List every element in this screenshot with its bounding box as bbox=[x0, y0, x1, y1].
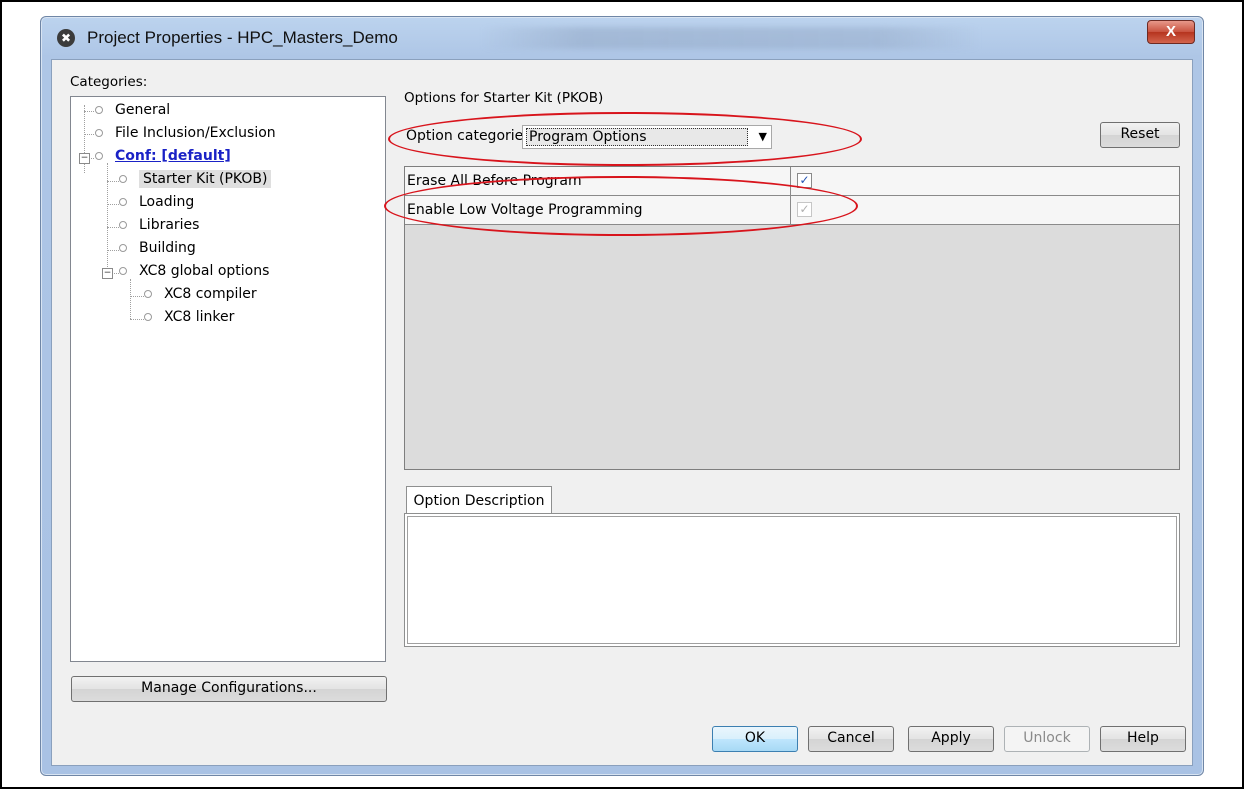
collapse-icon[interactable]: − bbox=[79, 153, 90, 164]
help-button[interactable]: Help bbox=[1100, 726, 1186, 752]
node-icon bbox=[119, 175, 127, 183]
tree-item-loading[interactable]: Loading bbox=[119, 194, 194, 210]
unlock-button: Unlock bbox=[1004, 726, 1090, 752]
tree-connector bbox=[107, 250, 119, 251]
dropdown-arrow-icon[interactable]: ▼ bbox=[759, 130, 767, 143]
reset-button[interactable]: Reset bbox=[1100, 122, 1180, 148]
tree-item-file-inclusion[interactable]: File Inclusion/Exclusion bbox=[95, 125, 276, 141]
node-icon bbox=[95, 106, 103, 114]
tree-item-building[interactable]: Building bbox=[119, 240, 196, 256]
low-voltage-checkbox: ✓ bbox=[797, 202, 812, 217]
tree-item-label: XC8 compiler bbox=[164, 286, 257, 302]
node-icon bbox=[119, 244, 127, 252]
tree-item-xc8-compiler[interactable]: XC8 compiler bbox=[144, 286, 257, 302]
tree-connector bbox=[84, 134, 94, 135]
ok-button[interactable]: OK bbox=[712, 726, 798, 752]
tree-connector bbox=[107, 163, 108, 275]
node-icon bbox=[95, 152, 103, 160]
option-row[interactable]: Enable Low Voltage Programming ✓ bbox=[405, 196, 1179, 225]
tree-item-label: File Inclusion/Exclusion bbox=[115, 125, 276, 141]
tree-item-label: XC8 global options bbox=[139, 263, 270, 279]
tree-connector bbox=[130, 279, 131, 319]
option-row[interactable]: Erase All Before Program ✓ bbox=[405, 167, 1179, 196]
tree-item-libraries[interactable]: Libraries bbox=[119, 217, 199, 233]
options-heading: Options for Starter Kit (PKOB) bbox=[404, 90, 604, 106]
tree-item-label: Building bbox=[139, 240, 196, 256]
node-icon bbox=[95, 129, 103, 137]
apply-button[interactable]: Apply bbox=[908, 726, 994, 752]
dialog-content: Categories: − − General File Inclusion/E… bbox=[51, 59, 1193, 766]
title-bar[interactable]: ✖ Project Properties - HPC_Masters_Demo … bbox=[41, 17, 1203, 59]
project-properties-dialog: ✖ Project Properties - HPC_Masters_Demo … bbox=[40, 16, 1204, 776]
tree-item-starter-kit[interactable]: Starter Kit (PKOB) bbox=[119, 170, 272, 188]
option-description-text bbox=[407, 516, 1177, 644]
erase-all-checkbox[interactable]: ✓ bbox=[797, 173, 812, 188]
tree-item-label: Conf: [default] bbox=[115, 148, 231, 164]
node-icon bbox=[144, 313, 152, 321]
cancel-button[interactable]: Cancel bbox=[808, 726, 894, 752]
node-icon bbox=[144, 290, 152, 298]
tree-connector bbox=[107, 181, 119, 182]
options-grid: Erase All Before Program ✓ Enable Low Vo… bbox=[404, 166, 1180, 470]
collapse-icon[interactable]: − bbox=[102, 268, 113, 279]
tree-item-general[interactable]: General bbox=[95, 102, 170, 118]
title-bar-background-blur bbox=[481, 27, 981, 49]
tree-connector bbox=[107, 204, 119, 205]
tree-item-label: Libraries bbox=[139, 217, 200, 233]
tree-item-xc8-linker[interactable]: XC8 linker bbox=[144, 309, 234, 325]
tree-item-xc8-global[interactable]: XC8 global options bbox=[119, 263, 269, 279]
manage-configurations-button[interactable]: Manage Configurations... bbox=[71, 676, 387, 702]
option-categories-label: Option categories: bbox=[406, 128, 536, 144]
option-categories-value: Program Options bbox=[526, 128, 748, 146]
option-row-label: Erase All Before Program bbox=[405, 167, 791, 195]
tree-item-label: Starter Kit (PKOB) bbox=[139, 170, 272, 188]
option-description-panel bbox=[404, 513, 1180, 647]
categories-label: Categories: bbox=[70, 74, 147, 90]
tree-connector bbox=[130, 319, 144, 320]
categories-label-text: Categories: bbox=[70, 74, 148, 90]
categories-tree[interactable]: − − General File Inclusion/Exclusion Con… bbox=[70, 96, 386, 662]
tree-item-conf-default[interactable]: Conf: [default] bbox=[95, 148, 231, 164]
tree-connector bbox=[130, 296, 144, 297]
node-icon bbox=[119, 221, 127, 229]
tree-connector bbox=[84, 111, 94, 112]
node-icon bbox=[119, 267, 127, 275]
app-icon: ✖ bbox=[57, 29, 75, 47]
node-icon bbox=[119, 198, 127, 206]
window-title: Project Properties - HPC_Masters_Demo bbox=[87, 28, 398, 47]
option-description-tab[interactable]: Option Description bbox=[406, 486, 552, 515]
option-categories-select[interactable]: Program Options ▼ bbox=[522, 125, 772, 149]
tree-item-label: General bbox=[115, 102, 171, 118]
tree-item-label: XC8 linker bbox=[164, 309, 235, 325]
tree-item-label: Loading bbox=[139, 194, 195, 210]
tree-connector bbox=[107, 227, 119, 228]
option-row-label: Enable Low Voltage Programming bbox=[405, 196, 791, 224]
close-button[interactable]: X bbox=[1147, 20, 1195, 44]
